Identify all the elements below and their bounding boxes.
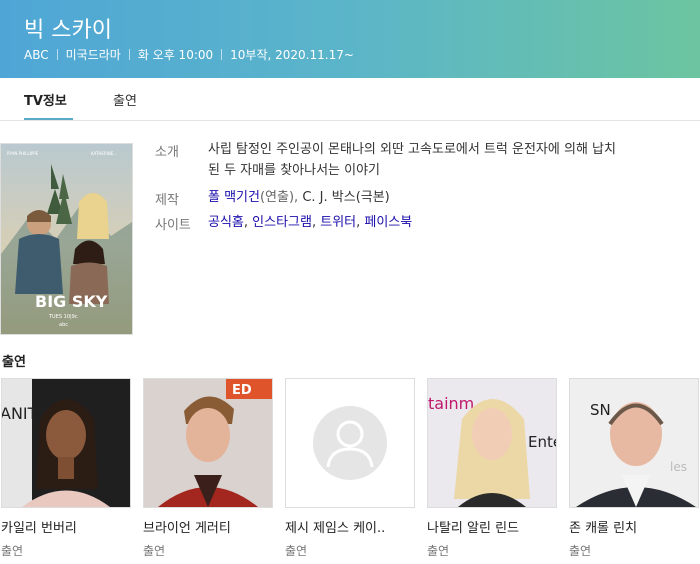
cast-card[interactable]: ED 브라이언 게러티 출연: [143, 378, 273, 559]
meta-divider: [56, 49, 58, 60]
poster-title: BIG SKY: [35, 292, 108, 311]
cast-card[interactable]: tainm Ente 나탈리 알린 린드 출연: [427, 378, 557, 559]
poster-text-top-left: RYAN PHILLIPPE: [7, 151, 39, 156]
cast-card[interactable]: SN les 존 캐롤 린치 출연: [569, 378, 699, 559]
site-link-instagram[interactable]: 인스타그램: [252, 215, 312, 230]
cast-name[interactable]: 카일리 번버리: [1, 517, 131, 536]
cast-role: 출연: [427, 544, 450, 558]
cast-card[interactable]: ANITY 카일리 번버리 출연: [1, 378, 131, 559]
intro-line-2: 된 두 자매를 찾아나서는 이야기: [208, 163, 381, 178]
director-link[interactable]: 폴 맥기건: [208, 190, 260, 205]
cast-photo[interactable]: ED: [143, 378, 273, 508]
poster-image[interactable]: RYAN PHILLIPPE KATHERINE... BIG SKY TUES…: [0, 143, 133, 335]
meta-network[interactable]: ABC: [24, 48, 49, 62]
cast-name[interactable]: 나탈리 알린 린드: [427, 517, 557, 536]
header-banner: 빅 스카이 ABC 미국드라마 화 오후 10:00 10부작, 2020.11.17…: [0, 0, 700, 78]
user-placeholder-icon: [313, 406, 387, 480]
cast-name[interactable]: 브라이언 게러티: [143, 517, 273, 536]
cast-photo-art: tainm Ente: [428, 379, 556, 507]
cast-name[interactable]: 제시 제임스 케이..: [285, 517, 415, 536]
poster-date: TUES 10|9c: [48, 314, 78, 320]
tab-tv-info[interactable]: TV정보: [24, 90, 67, 109]
backdrop-text: SN: [590, 401, 611, 419]
site-links: 공식홈, 인스타그램, 트위터, 페이스북: [208, 215, 413, 230]
site-link-facebook[interactable]: 페이스북: [364, 215, 412, 230]
tab-bar: TV정보 출연: [0, 78, 700, 121]
meta-episodes: 10부작, 2020.11.17~: [230, 48, 354, 62]
intro-label: 소개: [155, 145, 179, 160]
meta-divider: [128, 49, 130, 60]
cast-role: 출연: [569, 544, 592, 558]
cast-photo[interactable]: ANITY: [1, 378, 131, 508]
backdrop-text: les: [670, 460, 687, 474]
site-link-official[interactable]: 공식홈: [208, 215, 244, 230]
writer-credit: C. J. 박스(극본): [302, 190, 390, 205]
cast-role: 출연: [285, 544, 308, 558]
cast-role: 출연: [1, 544, 24, 558]
cast-card[interactable]: 제시 제임스 케이.. 출연: [285, 378, 415, 559]
meta-divider: [221, 49, 223, 60]
poster-art: RYAN PHILLIPPE KATHERINE... BIG SKY TUES…: [1, 144, 132, 334]
page-title: 빅 스카이: [24, 18, 112, 43]
site-link-twitter[interactable]: 트위터: [320, 215, 356, 230]
cast-photo-art: SN les: [570, 379, 698, 507]
director-role: (연출),: [259, 190, 303, 205]
active-tab-indicator: [24, 118, 73, 120]
cast-name[interactable]: 존 캐롤 린치: [569, 517, 699, 536]
poster-network: abc: [59, 322, 68, 328]
site-label: 사이트: [155, 218, 191, 233]
cast-photo-art: ED: [144, 379, 272, 507]
backdrop-text: tainm: [428, 394, 474, 413]
backdrop-text: ED: [232, 383, 252, 398]
cast-photo-art: ANITY: [2, 379, 130, 507]
cast-role: 출연: [143, 544, 166, 558]
meta-genre[interactable]: 미국드라마: [66, 48, 121, 62]
intro-text: 사립 탐정인 주인공이 몬태나의 외딴 고속도로에서 트럭 운전자에 의해 납치…: [208, 139, 688, 181]
cast-section-title: 출연: [2, 355, 26, 370]
poster-text-top-right: KATHERINE...: [91, 151, 117, 156]
backdrop-text: Ente: [528, 433, 556, 451]
intro-line-1: 사립 탐정인 주인공이 몬태나의 외딴 고속도로에서 트럭 운전자에 의해 납치: [208, 142, 616, 157]
production-label: 제작: [155, 193, 179, 208]
cast-photo[interactable]: tainm Ente: [427, 378, 557, 508]
cast-photo[interactable]: SN les: [569, 378, 699, 508]
program-meta: ABC 미국드라마 화 오후 10:00 10부작, 2020.11.17~: [24, 46, 354, 63]
tab-cast[interactable]: 출연: [113, 90, 137, 109]
cast-photo-placeholder[interactable]: [285, 378, 415, 508]
meta-airtime: 화 오후 10:00: [137, 48, 214, 62]
production-value: 폴 맥기건(연출), C. J. 박스(극본): [208, 187, 390, 208]
